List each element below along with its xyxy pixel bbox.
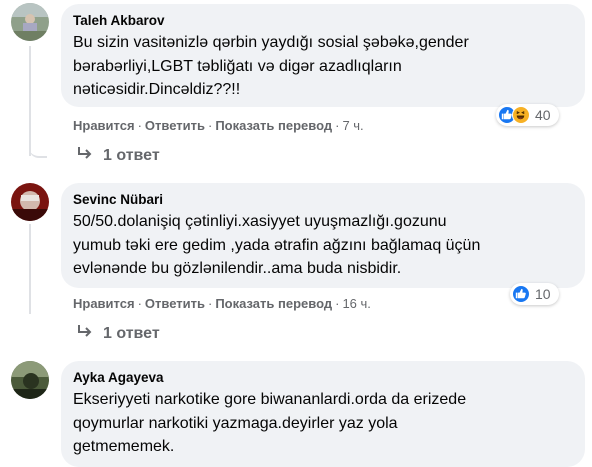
replies-label: 1 ответ bbox=[103, 146, 160, 164]
like-button[interactable]: Нравится bbox=[73, 296, 135, 311]
like-button[interactable]: Нравится bbox=[73, 118, 135, 133]
comment-text: Ekseriyyeti narkotike gore biwananlardi.… bbox=[73, 388, 573, 459]
separator: · bbox=[207, 296, 213, 311]
comment-text-line: yumub təki ere gedim ,yada ətrafin ağzın… bbox=[73, 236, 481, 254]
comment-text-line: Bu sizin vasitənizlə qərbin yaydığı sosi… bbox=[73, 34, 469, 51]
avatar[interactable] bbox=[11, 361, 49, 399]
comment-text-line: evlənənde bu gözlənilendir..ama buda nis… bbox=[73, 260, 402, 277]
reply-button[interactable]: Ответить bbox=[145, 296, 205, 311]
translate-button[interactable]: Показать перевод bbox=[215, 296, 332, 311]
view-replies-button[interactable]: 1 ответ bbox=[77, 146, 160, 165]
translate-button[interactable]: Показать перевод bbox=[215, 118, 332, 133]
reactions-summary[interactable]: 40 bbox=[496, 104, 559, 126]
comment-author[interactable]: Taleh Akbarov bbox=[73, 12, 573, 29]
comment-author[interactable]: Sevinc Nübari bbox=[73, 191, 573, 208]
separator: · bbox=[137, 118, 142, 133]
like-icon bbox=[512, 285, 530, 303]
separator: · bbox=[335, 118, 340, 133]
replies-label: 1 ответ bbox=[103, 324, 160, 342]
comment-bubble: Taleh Akbarov Bu sizin vasitənizlə qərbi… bbox=[61, 4, 585, 107]
comment-text-line: 50/50.dolanişiq çətinliyi.xasiyyet uyuşm… bbox=[73, 213, 447, 230]
view-replies-button[interactable]: 1 ответ bbox=[77, 324, 160, 343]
comment-actions: Нравится · Ответить · Показать перевод · 7 ч. bbox=[73, 118, 364, 134]
comment-text-line: bərabərliyi,LGBT təbliğatı və digər azad… bbox=[73, 57, 402, 75]
reply-arrow-icon bbox=[77, 324, 93, 343]
reply-button[interactable]: Ответить bbox=[145, 118, 205, 133]
comment-text: 50/50.dolanişiq çətinliyi.xasiyyet uyuşm… bbox=[73, 210, 573, 281]
comment-timestamp[interactable]: 7 ч. bbox=[342, 118, 363, 133]
avatar[interactable] bbox=[11, 183, 49, 221]
comment-text-line: Ekseriyyeti narkotike gore biwananlardi.… bbox=[73, 391, 467, 408]
reply-arrow-icon bbox=[77, 146, 93, 165]
reactions-summary[interactable]: 10 bbox=[510, 283, 559, 305]
comment-text-line: nəticəsidir.Dincəldiz??!! bbox=[73, 81, 241, 98]
comment-author[interactable]: Ayka Agayeva bbox=[73, 369, 573, 386]
comment-timestamp[interactable]: 16 ч. bbox=[342, 296, 370, 311]
comment-bubble: Sevinc Nübari 50/50.dolanişiq çətinliyi.… bbox=[61, 183, 585, 288]
comment-bubble: Ayka Agayeva Ekseriyyeti narkotike gore … bbox=[61, 361, 585, 467]
reactions-count: 10 bbox=[535, 286, 551, 302]
reactions-count: 40 bbox=[535, 107, 551, 123]
comment-actions: Нравится · Ответить · Показать перевод · 16 ч. bbox=[73, 296, 371, 312]
comment-text: Bu sizin vasitənizlə qərbin yaydığı sosi… bbox=[73, 31, 573, 102]
comment-text-line: getmememek. bbox=[73, 438, 175, 455]
haha-icon bbox=[512, 106, 530, 124]
separator: · bbox=[207, 118, 213, 133]
separator: · bbox=[137, 296, 142, 311]
separator: · bbox=[335, 296, 340, 311]
avatar[interactable] bbox=[11, 3, 49, 41]
comment-text-line: qoymurlar narkotiki yazmaga.deyirler yaz… bbox=[73, 414, 398, 432]
